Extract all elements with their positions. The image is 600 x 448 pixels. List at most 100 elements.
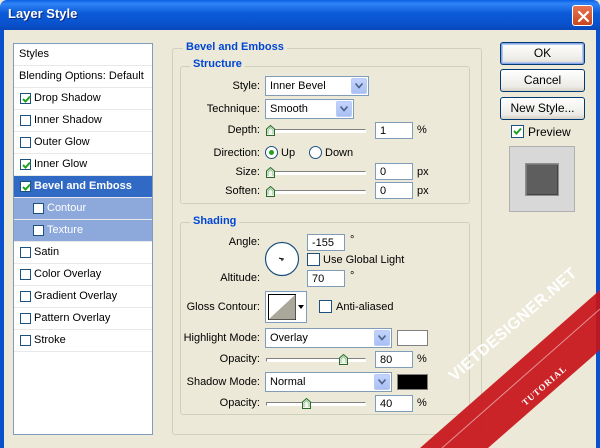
style-item-checkbox[interactable] [20,335,31,346]
highlight-opacity-input[interactable]: 80 [375,351,413,368]
style-item-label: Blending Options: Default [19,70,144,82]
direction-down-label[interactable]: Down [325,147,353,159]
anti-aliased-checkbox[interactable] [319,300,332,313]
style-item-bevel-and-emboss[interactable]: Bevel and Emboss [14,176,152,198]
chevron-down-icon [374,374,390,390]
title-bar[interactable]: Layer Style [0,0,600,30]
angle-unit: ° [350,234,355,246]
preview-label[interactable]: Preview [528,125,571,139]
soften-input[interactable]: 0 [375,182,413,199]
style-item-texture[interactable]: Texture [14,220,152,242]
size-input[interactable]: 0 [375,163,413,180]
style-item-blending-options-default[interactable]: Blending Options: Default [14,66,152,88]
style-item-drop-shadow[interactable]: Drop Shadow [14,88,152,110]
style-item-label: Inner Glow [34,158,88,170]
style-item-checkbox[interactable] [20,93,31,104]
direction-label: Direction: [213,147,260,159]
style-item-checkbox[interactable] [20,115,31,126]
checkmark-icon [22,183,31,191]
shadow-mode-value: Normal [270,376,306,388]
style-item-label: Styles [19,48,49,60]
style-item-inner-glow[interactable]: Inner Glow [14,154,152,176]
highlight-mode-label: Highlight Mode: [183,332,260,344]
style-item-outer-glow[interactable]: Outer Glow [14,132,152,154]
styles-list[interactable]: Styles Blending Options: Default Drop Shad… [13,43,153,435]
chevron-down-icon [336,101,352,117]
style-item-label: Drop Shadow [34,92,101,104]
checkmark-icon [22,95,31,103]
style-item-stroke[interactable]: Stroke [14,330,152,352]
style-item-checkbox[interactable] [20,291,31,302]
highlight-opacity-track[interactable] [266,358,366,362]
soften-unit: px [417,185,429,197]
style-item-checkbox[interactable] [33,203,44,214]
style-label: Style: [232,80,260,92]
depth-unit: % [417,124,427,136]
cancel-button[interactable]: Cancel [500,69,585,92]
style-item-satin[interactable]: Satin [14,242,152,264]
style-item-checkbox[interactable] [33,225,44,236]
shadow-mode-select[interactable]: Normal [265,372,392,392]
ok-button[interactable]: OK [500,42,585,65]
altitude-input[interactable]: 70 [307,270,345,287]
direction-down-radio[interactable] [309,146,322,159]
direction-up-label[interactable]: Up [281,147,295,159]
size-unit: px [417,166,429,178]
style-item-pattern-overlay[interactable]: Pattern Overlay [14,308,152,330]
style-item-checkbox[interactable] [20,137,31,148]
direction-up-radio[interactable] [265,146,278,159]
depth-slider-thumb[interactable] [266,125,275,136]
use-global-light-checkbox[interactable] [307,253,320,266]
style-select[interactable]: Inner Bevel [265,76,369,96]
checkmark-icon [513,127,522,135]
preview-swatch [525,163,559,196]
style-item-checkbox[interactable] [20,313,31,324]
style-item-gradient-overlay[interactable]: Gradient Overlay [14,286,152,308]
style-item-checkbox[interactable] [20,247,31,258]
bevel-emboss-title: Bevel and Emboss [183,41,287,53]
shadow-opacity-track[interactable] [266,402,366,406]
use-global-light-label[interactable]: Use Global Light [323,254,404,266]
depth-input[interactable]: 1 [375,122,413,139]
style-item-label: Contour [47,202,87,214]
structure-title: Structure [190,58,245,70]
altitude-unit: ° [350,270,355,282]
style-item-checkbox[interactable] [20,269,31,280]
style-item-styles[interactable]: Styles [14,44,152,66]
style-item-label: Gradient Overlay [34,290,118,302]
size-slider-thumb[interactable] [266,167,275,178]
close-icon [577,10,590,23]
style-item-label: Bevel and Emboss [34,180,132,192]
highlight-opacity-thumb[interactable] [338,354,348,365]
style-select-value: Inner Bevel [270,80,326,92]
style-item-label: Satin [34,246,60,258]
chevron-down-icon [374,330,390,346]
style-item-label: Color Overlay [34,268,102,280]
highlight-mode-select[interactable]: Overlay [265,328,392,348]
window-title: Layer Style [8,6,78,21]
style-item-color-overlay[interactable]: Color Overlay [14,264,152,286]
gloss-contour-picker[interactable] [265,291,307,323]
new-style-button[interactable]: New Style... [500,97,585,120]
angle-dial[interactable] [264,241,300,277]
angle-input[interactable]: -155 [307,234,345,251]
soften-slider-track[interactable] [266,190,366,194]
anti-aliased-label[interactable]: Anti-aliased [336,301,393,313]
soften-slider-thumb[interactable] [266,186,275,197]
style-item-checkbox[interactable] [20,181,31,192]
size-slider-track[interactable] [266,171,366,175]
style-item-contour[interactable]: Contour [14,198,152,220]
depth-label: Depth: [227,124,260,136]
angle-label: Angle: [228,236,260,248]
style-item-inner-shadow[interactable]: Inner Shadow [14,110,152,132]
technique-select-value: Smooth [270,103,308,115]
preview-checkbox[interactable] [511,125,524,138]
shadow-opacity-thumb[interactable] [302,398,312,409]
window-frame-left [0,30,4,448]
shadow-opacity-input[interactable]: 40 [375,395,413,412]
technique-select[interactable]: Smooth [265,99,354,119]
style-item-checkbox[interactable] [20,159,31,170]
close-button[interactable] [572,5,593,26]
depth-slider-track[interactable] [266,129,366,133]
style-item-label: Outer Glow [34,136,90,148]
